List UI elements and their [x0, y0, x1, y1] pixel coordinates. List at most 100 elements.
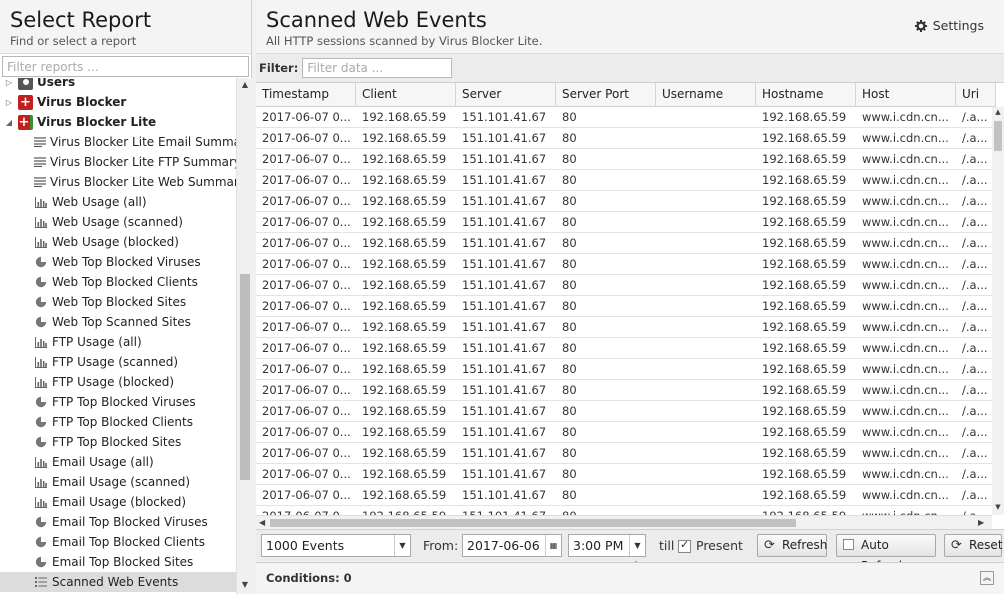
tree-item[interactable]: ▷ + Virus Blocker: [0, 92, 236, 112]
scrollbar-thumb[interactable]: [240, 274, 250, 480]
tree-item[interactable]: Web Top Scanned Sites: [0, 312, 236, 332]
table-row[interactable]: 2017-06-07 0...192.168.65.59151.101.41.6…: [256, 359, 992, 380]
table-row[interactable]: 2017-06-07 0...192.168.65.59151.101.41.6…: [256, 464, 992, 485]
auto-refresh-button[interactable]: Auto Refresh: [836, 534, 936, 573]
table-row[interactable]: 2017-06-07 0...192.168.65.59151.101.41.6…: [256, 380, 992, 401]
table-cell: 2017-06-07 0...: [262, 257, 351, 271]
table-cell: 151.101.41.67: [462, 425, 547, 439]
tree-item[interactable]: Virus Blocker Lite FTP Summary: [0, 152, 236, 172]
table-row[interactable]: 2017-06-07 0...192.168.65.59151.101.41.6…: [256, 317, 992, 338]
table-row[interactable]: 2017-06-07 0...192.168.65.59151.101.41.6…: [256, 212, 992, 233]
scroll-down-arrow-icon[interactable]: ▼: [992, 503, 1004, 511]
tree-item[interactable]: Virus Blocker Lite Email Summary: [0, 132, 236, 152]
table-cell: 151.101.41.67: [462, 362, 547, 376]
tree-item[interactable]: Virus Blocker Lite Web Summary: [0, 172, 236, 192]
expand-arrow-icon[interactable]: ▷: [4, 78, 14, 87]
events-grid: Timestamp Client Server Server Port Username…: [256, 82, 1004, 529]
column-header[interactable]: Server Port: [556, 83, 656, 107]
table-cell: 151.101.41.67: [462, 488, 547, 502]
filter-reports-input[interactable]: [2, 56, 249, 77]
tree-item[interactable]: ▷ Users: [0, 78, 236, 92]
tree-item[interactable]: Email Top Blocked Sites: [0, 552, 236, 572]
table-row[interactable]: 2017-06-07 0...192.168.65.59151.101.41.6…: [256, 149, 992, 170]
tree-item[interactable]: ◢ + Virus Blocker Lite: [0, 112, 236, 132]
table-row[interactable]: 2017-06-07 0...192.168.65.59151.101.41.6…: [256, 128, 992, 149]
scroll-up-arrow-icon[interactable]: ▲: [237, 80, 253, 89]
auto-refresh-checkbox[interactable]: [843, 539, 854, 550]
tree-item[interactable]: FTP Top Blocked Sites: [0, 432, 236, 452]
reset-button[interactable]: ⟳ Reset: [944, 534, 1003, 557]
collapse-arrow-icon[interactable]: ◢: [4, 118, 14, 127]
table-cell: [656, 275, 756, 296]
from-date-field[interactable]: 2017-06-06 ▦: [462, 534, 562, 557]
bar-chart-icon: [34, 196, 48, 208]
column-header[interactable]: Server: [456, 83, 556, 107]
grid-horizontal-scrollbar[interactable]: ◀ ▶: [256, 515, 992, 529]
tree-item[interactable]: Email Usage (all): [0, 452, 236, 472]
tree-item-label: Email Usage (all): [52, 455, 154, 469]
settings-button[interactable]: Settings: [914, 18, 984, 33]
present-checkbox[interactable]: [678, 538, 691, 553]
events-limit-select[interactable]: 1000 Events ▼: [261, 534, 411, 557]
table-cell: 80: [562, 341, 577, 355]
table-row[interactable]: 2017-06-07 0...192.168.65.59151.101.41.6…: [256, 338, 992, 359]
expand-arrow-icon[interactable]: ▷: [4, 98, 14, 107]
tree-item[interactable]: FTP Usage (all): [0, 332, 236, 352]
tree-item[interactable]: Web Usage (blocked): [0, 232, 236, 252]
scroll-right-arrow-icon[interactable]: ▶: [978, 516, 984, 529]
scroll-up-arrow-icon[interactable]: ▲: [992, 108, 1004, 116]
column-header[interactable]: Timestamp: [256, 83, 356, 107]
grid-vertical-scrollbar[interactable]: ▲ ▼: [992, 107, 1004, 515]
table-row[interactable]: 2017-06-07 0...192.168.65.59151.101.41.6…: [256, 233, 992, 254]
table-row[interactable]: 2017-06-07 0...192.168.65.59151.101.41.6…: [256, 422, 992, 443]
calendar-icon[interactable]: ▦: [545, 535, 561, 556]
table-row[interactable]: 2017-06-07 0...192.168.65.59151.101.41.6…: [256, 170, 992, 191]
table-row[interactable]: 2017-06-07 0...192.168.65.59151.101.41.6…: [256, 191, 992, 212]
filter-data-input[interactable]: [302, 58, 453, 78]
pie-chart-icon: [34, 276, 48, 288]
tree-item[interactable]: Web Usage (all): [0, 192, 236, 212]
refresh-button[interactable]: ⟳ Refresh: [757, 534, 827, 557]
from-time-select[interactable]: 3:00 PM ▼: [568, 534, 646, 557]
tree-item[interactable]: Web Top Blocked Viruses: [0, 252, 236, 272]
table-row[interactable]: 2017-06-07 0...192.168.65.59151.101.41.6…: [256, 443, 992, 464]
report-selector-header: Select Report Find or select a report: [0, 0, 251, 54]
tree-item[interactable]: FTP Top Blocked Clients: [0, 412, 236, 432]
report-selector-panel: Select Report Find or select a report ▷ U…: [0, 0, 252, 594]
table-cell: 192.168.65.59: [362, 467, 447, 481]
scroll-down-arrow-icon[interactable]: ▼: [237, 580, 253, 589]
table-cell: 80: [562, 299, 577, 313]
tree-item[interactable]: FTP Usage (blocked): [0, 372, 236, 392]
table-row[interactable]: 2017-06-07 0...192.168.65.59151.101.41.6…: [256, 485, 992, 506]
table-row[interactable]: 2017-06-07 0...192.168.65.59151.101.41.6…: [256, 107, 992, 128]
scroll-left-arrow-icon[interactable]: ◀: [259, 516, 265, 529]
scrollbar-thumb[interactable]: [270, 519, 796, 527]
column-header[interactable]: Username: [656, 83, 756, 107]
table-cell: 80: [562, 404, 577, 418]
tree-item[interactable]: Email Usage (scanned): [0, 472, 236, 492]
tree-item[interactable]: Web Top Blocked Clients: [0, 272, 236, 292]
tree-item[interactable]: Email Top Blocked Clients: [0, 532, 236, 552]
table-row[interactable]: 2017-06-07 0...192.168.65.59151.101.41.6…: [256, 254, 992, 275]
column-header[interactable]: Client: [356, 83, 456, 107]
table-cell: 2017-06-07 0...: [262, 467, 351, 481]
table-cell: www.i.cdn.cn...: [862, 110, 949, 124]
expand-collapse-icon[interactable]: ︽: [980, 571, 994, 585]
column-header[interactable]: Uri: [956, 83, 996, 107]
column-header[interactable]: Hostname: [756, 83, 856, 107]
tree-item[interactable]: Web Usage (scanned): [0, 212, 236, 232]
table-row[interactable]: 2017-06-07 0...192.168.65.59151.101.41.6…: [256, 401, 992, 422]
table-row[interactable]: 2017-06-07 0...192.168.65.59151.101.41.6…: [256, 506, 992, 515]
tree-item[interactable]: Scanned Web Events: [0, 572, 236, 592]
table-cell: 151.101.41.67: [462, 383, 547, 397]
table-row[interactable]: 2017-06-07 0...192.168.65.59151.101.41.6…: [256, 296, 992, 317]
report-tree-scrollbar[interactable]: ▲ ▼: [236, 78, 252, 594]
tree-item[interactable]: FTP Usage (scanned): [0, 352, 236, 372]
tree-item[interactable]: Email Top Blocked Viruses: [0, 512, 236, 532]
tree-item[interactable]: Email Usage (blocked): [0, 492, 236, 512]
table-row[interactable]: 2017-06-07 0...192.168.65.59151.101.41.6…: [256, 275, 992, 296]
scrollbar-thumb[interactable]: [994, 121, 1002, 151]
tree-item[interactable]: Web Top Blocked Sites: [0, 292, 236, 312]
column-header[interactable]: Host: [856, 83, 956, 107]
tree-item[interactable]: FTP Top Blocked Viruses: [0, 392, 236, 412]
